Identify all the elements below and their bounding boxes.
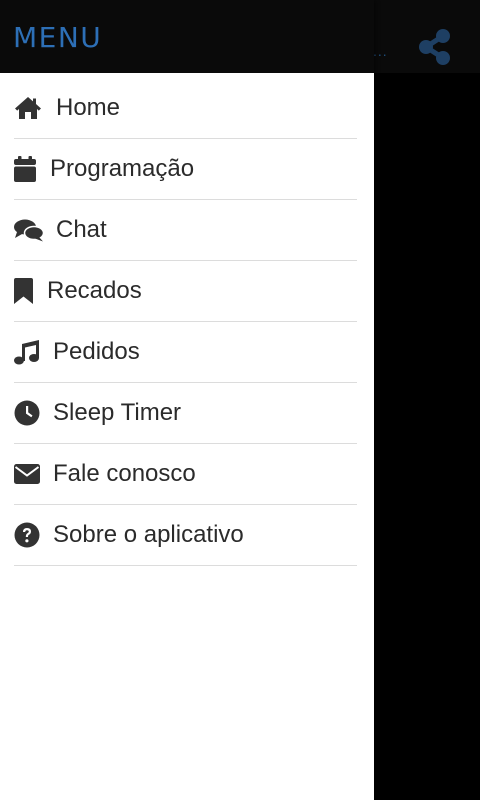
- drawer-header: MENU: [0, 0, 374, 73]
- menu-item-label: Fale conosco: [53, 460, 196, 487]
- chat-bubbles-icon: [14, 215, 56, 245]
- menu-item-sleep-timer[interactable]: Sleep Timer: [14, 383, 357, 444]
- menu-item-label: Sleep Timer: [53, 399, 182, 426]
- overflow-dots: ...: [373, 43, 388, 59]
- menu-item-pedidos[interactable]: Pedidos: [14, 322, 357, 383]
- menu-item-home[interactable]: Home: [14, 78, 357, 139]
- share-icon[interactable]: [416, 28, 454, 66]
- drawer-title: MENU: [13, 21, 103, 54]
- envelope-icon: [14, 459, 53, 489]
- menu-item-label: Programação: [50, 155, 195, 182]
- menu-item-fale-conosco[interactable]: Fale conosco: [14, 444, 357, 505]
- navigation-drawer: MENU Home Programação Chat Recados Pedid…: [0, 0, 374, 800]
- menu-item-programacao[interactable]: Programação: [14, 139, 357, 200]
- menu-item-label: Home: [56, 94, 121, 121]
- menu-item-label: Recados: [47, 277, 142, 304]
- menu-item-label: Pedidos: [53, 338, 140, 365]
- music-note-icon: [14, 337, 53, 367]
- calendar-icon: [14, 154, 50, 184]
- menu-item-chat[interactable]: Chat: [14, 200, 357, 261]
- bookmark-icon: [14, 276, 47, 306]
- home-icon: [14, 93, 56, 123]
- menu-item-label: Chat: [56, 216, 107, 243]
- screen: ... MENU Home Programação Chat Recados P…: [0, 0, 480, 800]
- menu-item-sobre-o-aplicativo[interactable]: Sobre o aplicativo: [14, 505, 357, 566]
- menu-item-label: Sobre o aplicativo: [53, 521, 244, 548]
- menu-list: Home Programação Chat Recados Pedidos Sl…: [0, 78, 374, 566]
- clock-icon: [14, 398, 53, 428]
- question-circle-icon: [14, 520, 53, 550]
- menu-item-recados[interactable]: Recados: [14, 261, 357, 322]
